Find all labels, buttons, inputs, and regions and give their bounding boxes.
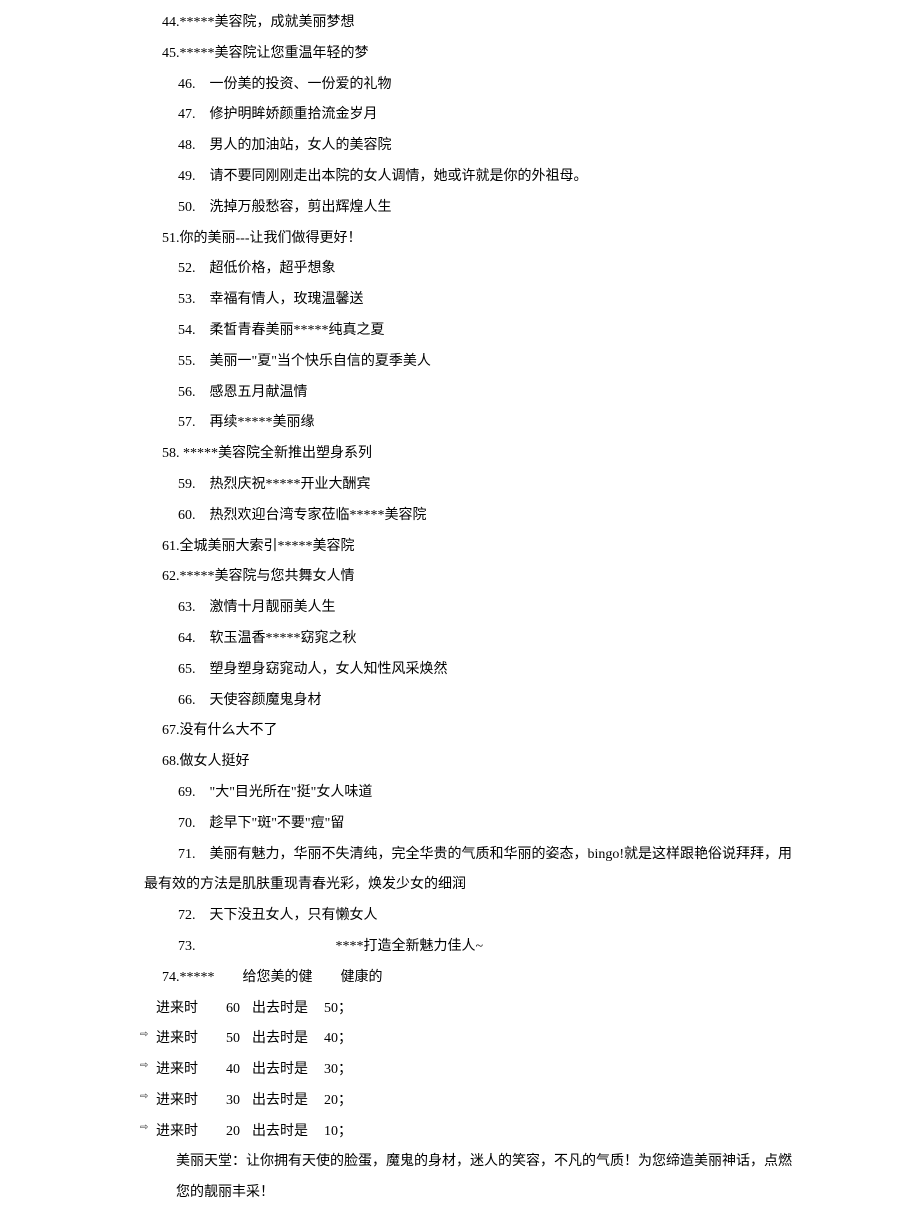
list-item: 72. 天下没丑女人，只有懒女人 [144, 901, 880, 932]
age-in-value: 60 [214, 994, 252, 1025]
list-item: 最有效的方法是肌肤重现青春光彩，焕发少女的细润 [144, 870, 880, 901]
age-out-value: 10； [324, 1117, 354, 1148]
arrow-icon: ⇨ [140, 1055, 148, 1077]
list-item: 49. 请不要同刚刚走出本院的女人调情，她或许就是你的外祖母。 [144, 162, 880, 193]
list-item: 48. 男人的加油站，女人的美容院 [144, 131, 880, 162]
age-in-label: 进来时 [156, 994, 214, 1025]
list-item: 51.你的美丽---让我们做得更好！ [144, 224, 880, 255]
list-item: 59. 热烈庆祝*****开业大酬宾 [144, 470, 880, 501]
list-item: 63. 激情十月靓丽美人生 [144, 593, 880, 624]
list-item: 65. 塑身塑身窈窕动人，女人知性风采焕然 [144, 655, 880, 686]
age-out-label: 出去时是 [252, 1086, 324, 1117]
arrow-icon: ⇨ [140, 1117, 148, 1139]
age-in-value: 50 [214, 1024, 252, 1055]
list-item: 45.*****美容院让您重温年轻的梦 [144, 39, 880, 70]
list-item: 73. ****打造全新魅力佳人~ [144, 932, 880, 963]
age-out-label: 出去时是 [252, 994, 324, 1025]
age-in-label: 进来时 [156, 1086, 214, 1117]
list-item: 56. 感恩五月献温情 [144, 378, 880, 409]
list-item: 46. 一份美的投资、一份爱的礼物 [144, 70, 880, 101]
item-74: 74.***** 给您美的健 健康的 [144, 963, 880, 994]
age-out-label: 出去时是 [252, 1055, 324, 1086]
age-row: ⇨进来时50出去时是40； [156, 1024, 880, 1055]
list-item: 67.没有什么大不了 [144, 716, 880, 747]
age-in-label: 进来时 [156, 1117, 214, 1148]
closing-paragraph: 美丽天堂：让你拥有天使的脸蛋，魔鬼的身材，迷人的笑容，不凡的气质！为您缔造美丽神… [144, 1147, 880, 1209]
age-in-value: 40 [214, 1055, 252, 1086]
list-item: 71. 美丽有魅力，华丽不失清纯，完全华贵的气质和华丽的姿态，bingo!就是这… [144, 840, 880, 871]
list-item: 70. 趁早下"斑"不要"痘"留 [144, 809, 880, 840]
list-item: 58. *****美容院全新推出塑身系列 [144, 439, 880, 470]
list-item: 68.做女人挺好 [144, 747, 880, 778]
age-row: ⇨进来时20出去时是10； [156, 1117, 880, 1148]
list-item: 54. 柔皙青春美丽*****纯真之夏 [144, 316, 880, 347]
age-row: ⇨进来时30出去时是20； [156, 1086, 880, 1117]
list-item: 53. 幸福有情人，玫瑰温馨送 [144, 285, 880, 316]
list-item: 55. 美丽一"夏"当个快乐自信的夏季美人 [144, 347, 880, 378]
age-in-value: 30 [214, 1086, 252, 1117]
age-in-value: 20 [214, 1117, 252, 1148]
list-item: 61.全城美丽大索引*****美容院 [144, 532, 880, 563]
list-item: 69. "大"目光所在"挺"女人味道 [144, 778, 880, 809]
list-item: 62.*****美容院与您共舞女人情 [144, 562, 880, 593]
age-out-value: 40； [324, 1024, 354, 1055]
age-in-label: 进来时 [156, 1055, 214, 1086]
document-content: 44.*****美容院，成就美丽梦想45.*****美容院让您重温年轻的梦46.… [0, 8, 920, 1209]
arrow-icon: ⇨ [140, 1086, 148, 1108]
age-out-value: 50； [324, 994, 354, 1025]
list-item: 52. 超低价格，超乎想象 [144, 254, 880, 285]
list-item: 44.*****美容院，成就美丽梦想 [144, 8, 880, 39]
list-item: 66. 天使容颜魔鬼身材 [144, 686, 880, 717]
age-out-label: 出去时是 [252, 1117, 324, 1148]
list-item: 47. 修护明眸娇颜重拾流金岁月 [144, 100, 880, 131]
age-out-value: 20； [324, 1086, 354, 1117]
closing-line-2: 您的靓丽丰采！ [176, 1178, 860, 1209]
age-out-label: 出去时是 [252, 1024, 324, 1055]
numbered-list: 44.*****美容院，成就美丽梦想45.*****美容院让您重温年轻的梦46.… [144, 8, 880, 963]
age-out-value: 30； [324, 1055, 354, 1086]
list-item: 60. 热烈欢迎台湾专家莅临*****美容院 [144, 501, 880, 532]
age-row: ⇨进来时40出去时是30； [156, 1055, 880, 1086]
age-in-label: 进来时 [156, 1024, 214, 1055]
list-item: 50. 洗掉万般愁容，剪出辉煌人生 [144, 193, 880, 224]
list-item: 64. 软玉温香*****窈窕之秋 [144, 624, 880, 655]
closing-line-1: 美丽天堂：让你拥有天使的脸蛋，魔鬼的身材，迷人的笑容，不凡的气质！为您缔造美丽神… [176, 1147, 860, 1178]
age-row: 进来时60出去时是50； [156, 994, 880, 1025]
arrow-icon: ⇨ [140, 1024, 148, 1046]
list-item: 57. 再续*****美丽缘 [144, 408, 880, 439]
